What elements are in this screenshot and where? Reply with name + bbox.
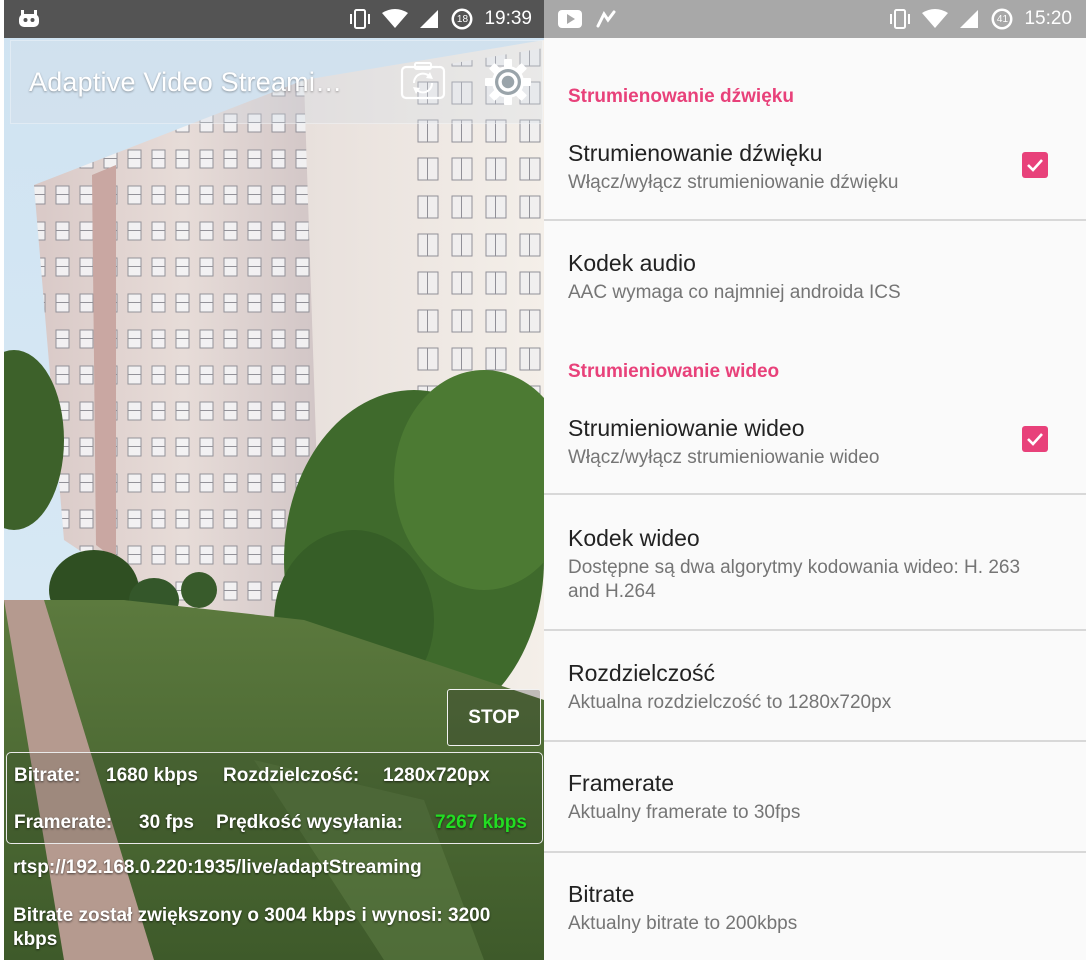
pref-summary: AAC wymaga co najmniej androida ICS bbox=[568, 282, 901, 303]
pref-summary: Aktualny bitrate to 200kbps bbox=[568, 913, 798, 934]
divider bbox=[544, 493, 1086, 495]
pref-title: Kodek wideo bbox=[568, 525, 700, 551]
check-icon bbox=[1027, 159, 1043, 172]
status-bar: 41 15:20 bbox=[544, 0, 1086, 38]
category-audio: Strumienowanie dźwięku bbox=[568, 86, 794, 107]
resolution-value: 1280x720px bbox=[383, 765, 490, 786]
pref-summary: Aktualna rozdzielczość to 1280x720px bbox=[568, 692, 892, 713]
signal-icon bbox=[958, 9, 980, 29]
upload-value: 7267 kbps bbox=[435, 812, 527, 833]
status-bar: 18 19:39 bbox=[4, 0, 544, 38]
bitrate-value: 1680 kbps bbox=[106, 765, 198, 786]
pref-summary: Aktualny framerate to 30fps bbox=[568, 802, 801, 823]
check-icon bbox=[1027, 433, 1043, 446]
youtube-icon bbox=[558, 10, 582, 28]
gesture-icon bbox=[596, 10, 616, 28]
divider bbox=[544, 740, 1086, 742]
notification-badge: 41 bbox=[996, 13, 1009, 25]
pref-title: Kodek audio bbox=[568, 250, 696, 276]
android-debug-icon bbox=[18, 9, 40, 29]
status-time: 19:39 bbox=[484, 8, 532, 29]
upload-label: Prędkość wysyłania: bbox=[216, 812, 403, 833]
pref-title: Rozdzielczość bbox=[568, 660, 715, 686]
pref-summary: Włącz/wyłącz strumieniowanie wideo bbox=[568, 447, 880, 468]
wifi-icon bbox=[922, 9, 949, 29]
signal-icon bbox=[418, 9, 440, 29]
battery-icon: 41 bbox=[990, 7, 1014, 31]
status-time: 15:20 bbox=[1024, 8, 1072, 29]
vibrate-icon bbox=[348, 8, 372, 30]
battery-icon: 18 bbox=[450, 7, 474, 31]
audio-streaming-checkbox[interactable] bbox=[1022, 152, 1048, 178]
stop-button[interactable]: STOP bbox=[447, 689, 541, 746]
pref-title: Bitrate bbox=[568, 881, 635, 907]
pref-title: Framerate bbox=[568, 770, 675, 796]
resolution-label: Rozdzielczość: bbox=[223, 765, 360, 786]
stream-url: rtsp://192.168.0.220:1935/live/adaptStre… bbox=[13, 857, 422, 878]
switch-camera-icon[interactable] bbox=[399, 61, 447, 101]
bitrate-message: Bitrate został zwiększony o 3004 kbps i … bbox=[13, 905, 491, 950]
app-title: Adaptive Video Streami… bbox=[29, 67, 343, 97]
gear-icon[interactable] bbox=[483, 57, 533, 107]
wifi-icon bbox=[382, 9, 409, 29]
app-bar: Adaptive Video Streami… bbox=[10, 40, 543, 124]
video-streaming-checkbox[interactable] bbox=[1022, 426, 1048, 452]
bitrate-label: Bitrate: bbox=[14, 765, 81, 786]
vibrate-icon bbox=[888, 8, 912, 30]
framerate-label: Framerate: bbox=[14, 812, 113, 833]
pref-title: Strumienowanie dźwięku bbox=[568, 140, 823, 166]
divider bbox=[544, 629, 1086, 631]
category-video: Strumieniowanie wideo bbox=[568, 361, 780, 382]
pref-title: Strumieniowanie wideo bbox=[568, 415, 805, 441]
divider bbox=[544, 219, 1086, 221]
camera-screen: 18 19:39 Adaptive Video Streami… STOP Bi… bbox=[4, 0, 544, 960]
framerate-value: 30 fps bbox=[139, 812, 194, 833]
stats-panel: Bitrate: 1680 kbps Rozdzielczość: 1280x7… bbox=[6, 752, 543, 844]
pref-summary: Włącz/wyłącz strumieniowanie dźwięku bbox=[568, 172, 899, 193]
pref-summary: Dostępne są dwa algorytmy kodowania wide… bbox=[568, 557, 1021, 602]
settings-screen: 41 15:20 Strumienowanie dźwięku Strumien… bbox=[544, 0, 1086, 960]
notification-badge: 18 bbox=[456, 13, 469, 25]
divider bbox=[544, 851, 1086, 853]
